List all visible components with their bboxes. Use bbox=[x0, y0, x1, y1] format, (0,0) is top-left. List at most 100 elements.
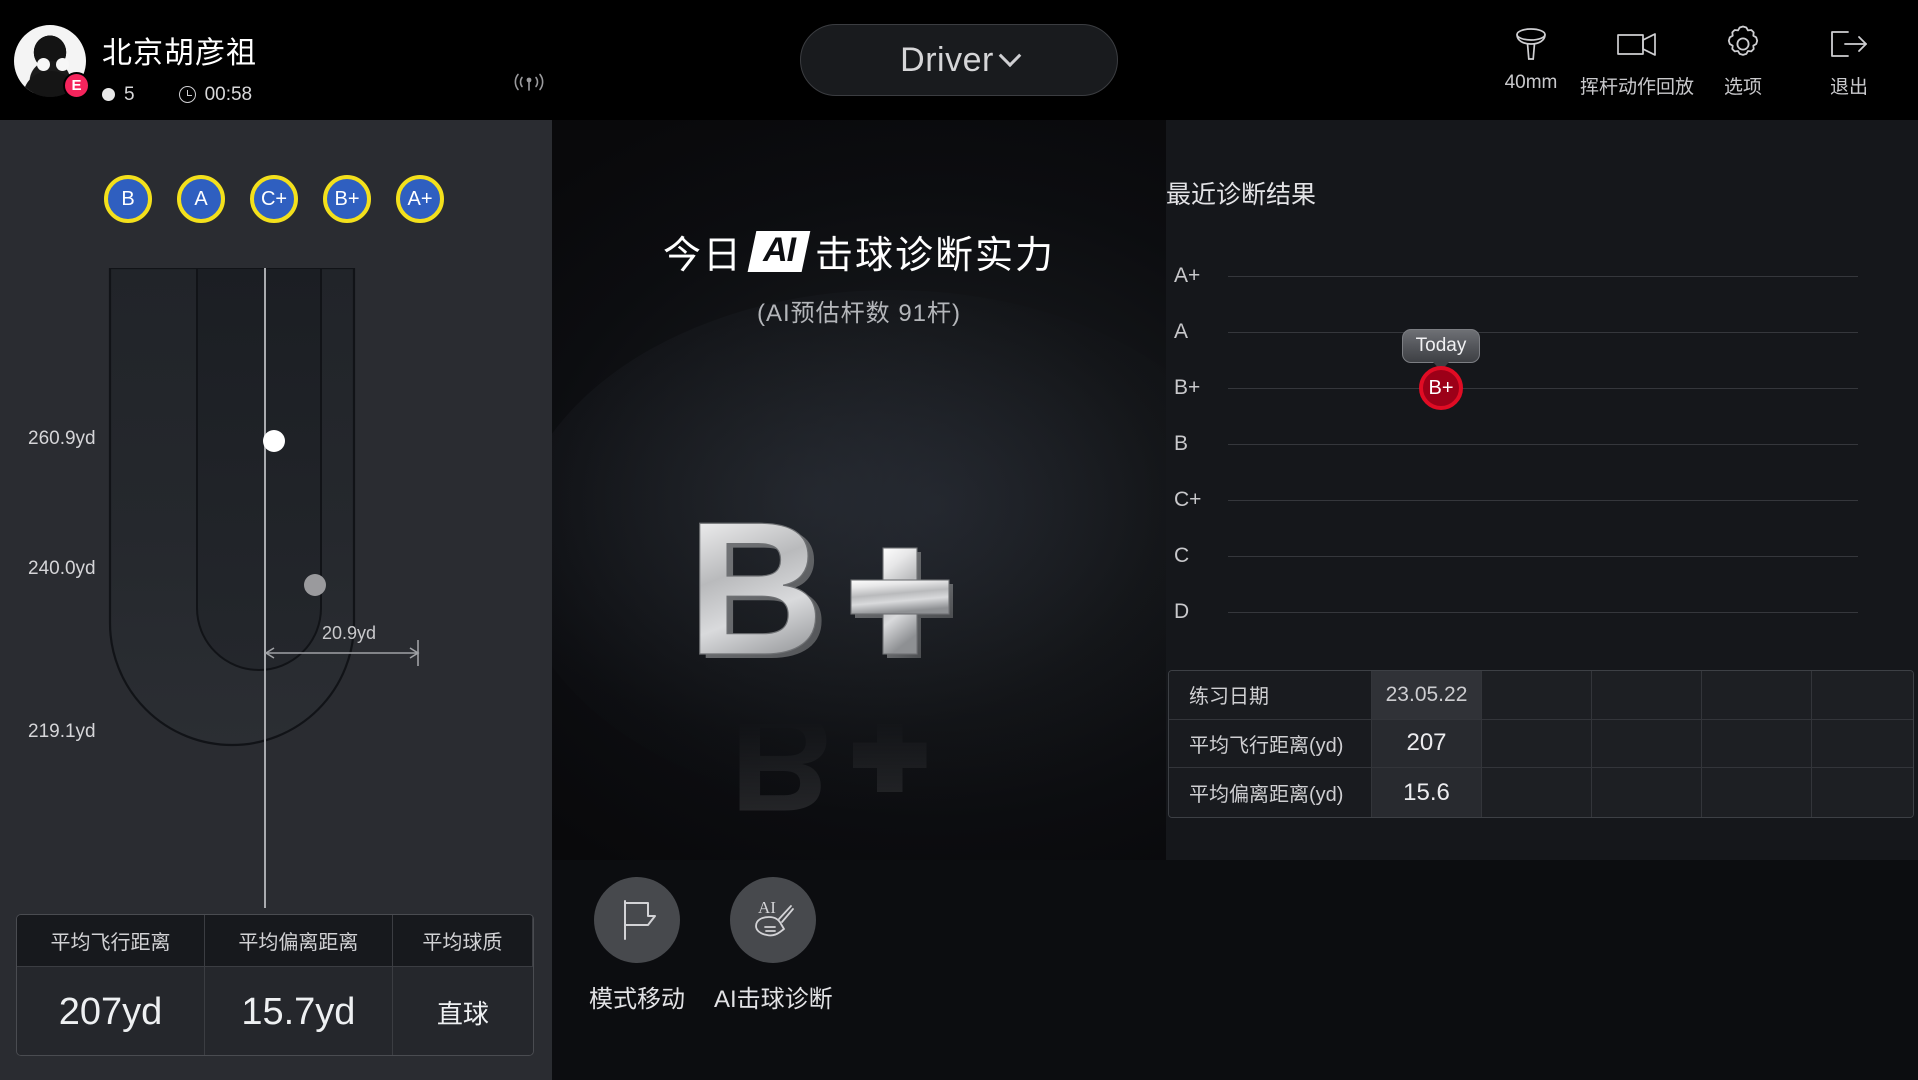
history-row-label-date: 练习日期 bbox=[1169, 671, 1372, 720]
player-info: E 北京胡彦祖 5 00:58 bbox=[0, 15, 257, 106]
tee-height-button[interactable]: 40mm bbox=[1478, 8, 1584, 94]
club-selector-label: Driver bbox=[900, 40, 994, 79]
history-empty-r3c6 bbox=[1812, 768, 1913, 817]
history-empty-r1c6 bbox=[1812, 671, 1913, 720]
today-tooltip: Today bbox=[1402, 329, 1480, 363]
ball-count-item: 5 bbox=[102, 84, 135, 106]
chart-point-today[interactable]: B+ bbox=[1419, 366, 1463, 410]
top-header-bar: E 北京胡彦祖 5 00:58 Driver 40mm 挥杆动作回放 选项 退出 bbox=[0, 0, 1918, 120]
history-empty-r3c5 bbox=[1702, 768, 1812, 817]
grade-display-bplus: B B B bbox=[659, 482, 1059, 830]
gridline-d bbox=[1228, 612, 1858, 613]
ball-count-value: 5 bbox=[124, 83, 135, 105]
y-tick-b-plus: B+ bbox=[1174, 376, 1201, 399]
ai-diagnosis-title-block: 今日 AI 击球诊断实力 (AI预估杆数 91杆) bbox=[552, 224, 1166, 328]
history-row-label-carry: 平均飞行距离(yd) bbox=[1169, 719, 1372, 769]
swing-replay-button[interactable]: 挥杆动作回放 bbox=[1580, 8, 1694, 99]
stat-value-carry: 207yd bbox=[17, 967, 205, 1055]
avatar-eye-right bbox=[56, 57, 69, 71]
chevron-down-icon bbox=[998, 44, 1022, 68]
history-empty-r1c5 bbox=[1702, 671, 1812, 720]
grade-display-stage: B B B bbox=[552, 482, 1166, 830]
swing-replay-label: 挥杆动作回放 bbox=[1580, 77, 1695, 98]
shot-dispersion-sidebar: B A C+ B+ A+ 260.9yd 240.0yd 219.1yd 20.… bbox=[0, 120, 552, 1080]
exit-label: 退出 bbox=[1829, 77, 1868, 98]
timer-item: 00:58 bbox=[178, 83, 253, 106]
gridline-c-plus bbox=[1228, 500, 1858, 501]
history-empty-r3c3 bbox=[1482, 768, 1592, 817]
gridline-a-plus bbox=[1228, 276, 1858, 277]
gray-ball-marker bbox=[304, 574, 326, 596]
timer-value: 00:58 bbox=[204, 83, 253, 105]
level-badge: E bbox=[63, 71, 90, 99]
gridline-a bbox=[1228, 332, 1858, 333]
stat-value-quality: 直球 bbox=[392, 967, 533, 1055]
gear-icon bbox=[1720, 18, 1766, 70]
title-prefix: 今日 bbox=[662, 235, 743, 277]
history-empty-r2c6 bbox=[1812, 719, 1913, 769]
recent-results-title: 最近诊断结果 bbox=[1166, 181, 1317, 209]
bottom-action-bar: 模式移动 AI AI击球诊断 bbox=[552, 860, 1918, 1080]
ai-shot-diagnosis-label: AI击球诊断 bbox=[714, 986, 833, 1013]
history-empty-r3c4 bbox=[1592, 768, 1702, 817]
white-ball-marker bbox=[263, 430, 285, 452]
ai-logo-text: AI bbox=[763, 231, 796, 270]
grade-history-chart: A+ A B+ B C+ C D Today B+ bbox=[1166, 250, 1918, 630]
mode-move-button[interactable]: 模式移动 bbox=[589, 877, 685, 1014]
grade-badge-5[interactable]: A+ bbox=[396, 175, 444, 223]
y-tick-c-plus: C+ bbox=[1174, 488, 1202, 511]
broadcast-signal-icon bbox=[514, 70, 544, 99]
avatar[interactable]: E bbox=[14, 24, 90, 99]
practice-history-table: 练习日期 23.05.22 平均飞行距离(yd) 207 平均偏离距离(yd) … bbox=[1168, 670, 1914, 818]
grade-reflection: B bbox=[730, 682, 927, 828]
player-text-block: 北京胡彦祖 5 00:58 bbox=[102, 15, 257, 106]
svg-text:AI: AI bbox=[758, 898, 776, 917]
gridline-b bbox=[1228, 444, 1858, 445]
svg-text:B: B bbox=[687, 500, 824, 695]
avatar-eye-left bbox=[37, 57, 50, 71]
options-button[interactable]: 选项 bbox=[1690, 8, 1796, 99]
ai-logo-chip: AI bbox=[747, 231, 811, 272]
golf-ball-icon bbox=[102, 88, 115, 101]
video-camera-icon bbox=[1612, 18, 1662, 70]
grade-badge-3[interactable]: C+ bbox=[250, 175, 298, 223]
grade-badge-row: B A C+ B+ A+ bbox=[104, 175, 444, 223]
tee-height-label: 40mm bbox=[1504, 72, 1558, 93]
distance-label-far: 260.9yd bbox=[28, 428, 96, 449]
clock-icon bbox=[178, 86, 196, 103]
grade-badge-2[interactable]: A bbox=[177, 175, 225, 223]
y-tick-a: A bbox=[1174, 320, 1189, 343]
history-value-deviation: 15.6 bbox=[1372, 768, 1482, 817]
ai-shot-diagnosis-button[interactable]: AI AI击球诊断 bbox=[714, 877, 833, 1014]
title-suffix: 击球诊断实力 bbox=[815, 235, 1056, 277]
exit-arrow-icon bbox=[1824, 18, 1874, 70]
grade-badge-1[interactable]: B bbox=[104, 175, 152, 223]
gridline-c bbox=[1228, 556, 1858, 557]
stat-value-deviation: 15.7yd bbox=[204, 967, 393, 1055]
history-empty-r1c3 bbox=[1482, 671, 1592, 720]
history-empty-r2c5 bbox=[1702, 719, 1812, 769]
flag-pin-icon bbox=[594, 877, 680, 963]
history-empty-r2c4 bbox=[1592, 719, 1702, 769]
player-meta-row: 5 00:58 bbox=[102, 84, 257, 106]
average-stats-table: 平均飞行距离 平均偏离距离 平均球质 207yd 15.7yd 直球 bbox=[16, 914, 534, 1056]
recent-results-panel: 最近诊断结果 A+ A B+ B C+ C D Today B+ 练习日期 23… bbox=[1166, 120, 1918, 860]
grade-badge-4[interactable]: B+ bbox=[323, 175, 371, 223]
gridline-b-plus bbox=[1228, 388, 1858, 389]
dispersion-diagram: 260.9yd 240.0yd 219.1yd 20.9yd bbox=[0, 266, 552, 908]
club-selector-dropdown[interactable]: Driver bbox=[800, 24, 1118, 96]
history-row-label-deviation: 平均偏离距离(yd) bbox=[1169, 768, 1372, 817]
options-label: 选项 bbox=[1723, 77, 1762, 98]
history-value-date: 23.05.22 bbox=[1372, 671, 1482, 720]
distance-label-near: 219.1yd bbox=[28, 721, 96, 742]
ai-diagnosis-title: 今日 AI 击球诊断实力 bbox=[663, 224, 1055, 279]
exit-button[interactable]: 退出 bbox=[1796, 8, 1902, 99]
y-tick-d: D bbox=[1174, 600, 1190, 623]
ai-estimated-score: (AI预估杆数 91杆) bbox=[756, 300, 962, 327]
stat-header-quality: 平均球质 bbox=[392, 915, 533, 967]
dispersion-svg bbox=[108, 266, 420, 908]
y-tick-a-plus: A+ bbox=[1174, 264, 1201, 287]
y-tick-c: C bbox=[1174, 544, 1190, 567]
distance-label-mid: 240.0yd bbox=[28, 558, 96, 579]
golf-tee-icon bbox=[1508, 18, 1554, 70]
